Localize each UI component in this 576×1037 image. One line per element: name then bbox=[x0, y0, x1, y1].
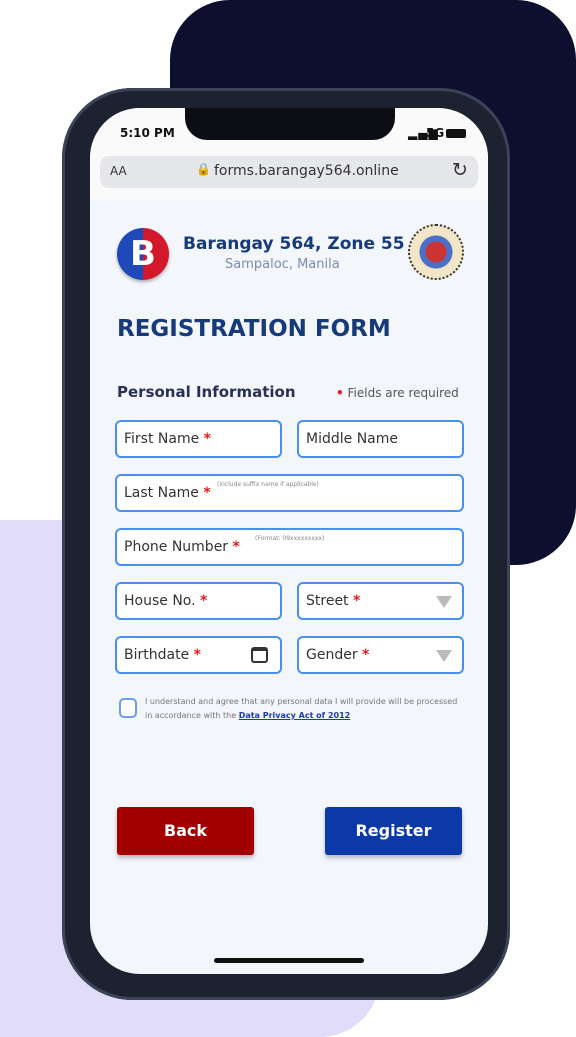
reload-icon[interactable]: ↻ bbox=[452, 159, 468, 181]
middle-name-field[interactable]: Middle Name bbox=[297, 420, 464, 458]
street-select[interactable]: Street * bbox=[297, 582, 464, 620]
header-subtitle: Sampaloc, Manila bbox=[225, 257, 340, 272]
street-label: Street bbox=[306, 593, 349, 609]
section-title: Personal Information bbox=[117, 383, 296, 401]
home-indicator[interactable] bbox=[214, 958, 364, 963]
phone-label: Phone Number bbox=[124, 539, 229, 555]
gender-select[interactable]: Gender * bbox=[297, 636, 464, 674]
house-number-field[interactable]: House No. * bbox=[115, 582, 282, 620]
header-title: Barangay 564, Zone 55 bbox=[183, 234, 405, 254]
barangay-logo: B bbox=[117, 228, 169, 280]
back-button[interactable]: Back bbox=[117, 807, 254, 855]
last-name-label: Last Name bbox=[124, 485, 199, 501]
phone-screen: 5:10 PM ▂▄▆ 5G AA 🔒 forms.barangay564.on… bbox=[90, 108, 488, 974]
phone-hint: (Format: 09xxxxxxxxx) bbox=[255, 535, 325, 542]
birthdate-field[interactable]: Birthdate * bbox=[115, 636, 282, 674]
logo-letter: B bbox=[130, 234, 156, 274]
url-text[interactable]: forms.barangay564.online bbox=[214, 163, 399, 179]
first-name-field[interactable]: First Name * bbox=[115, 420, 282, 458]
required-note: • Fields are required bbox=[336, 386, 459, 400]
battery-icon bbox=[446, 129, 466, 138]
form-title: REGISTRATION FORM bbox=[117, 316, 391, 342]
first-name-label: First Name bbox=[124, 431, 200, 447]
required-note-text: Fields are required bbox=[347, 386, 459, 400]
gender-label: Gender bbox=[306, 647, 358, 663]
consent-text: I understand and agree that any personal… bbox=[145, 695, 460, 723]
text-size-button[interactable]: AA bbox=[110, 164, 127, 178]
dropdown-arrow-icon bbox=[436, 596, 452, 608]
register-button[interactable]: Register bbox=[325, 807, 462, 855]
middle-name-label: Middle Name bbox=[306, 431, 398, 447]
consent-checkbox[interactable] bbox=[119, 698, 137, 718]
dropdown-arrow-icon bbox=[436, 650, 452, 662]
address-bar[interactable]: AA 🔒 forms.barangay564.online ↻ bbox=[100, 156, 478, 188]
manila-seal-icon bbox=[408, 224, 464, 280]
birthdate-label: Birthdate bbox=[124, 647, 190, 663]
status-time: 5:10 PM bbox=[120, 126, 175, 140]
privacy-act-link[interactable]: Data Privacy Act of 2012 bbox=[239, 711, 351, 720]
last-name-hint: (include suffix name if applicable) bbox=[217, 481, 319, 488]
notch bbox=[185, 108, 395, 140]
last-name-field[interactable]: Last Name * (include suffix name if appli… bbox=[115, 474, 464, 512]
calendar-icon[interactable] bbox=[251, 647, 268, 663]
house-label: House No. bbox=[124, 593, 196, 609]
phone-field[interactable]: Phone Number * (Format: 09xxxxxxxxx) bbox=[115, 528, 464, 566]
network-label: 5G bbox=[426, 126, 445, 140]
lock-icon: 🔒 bbox=[196, 162, 211, 176]
